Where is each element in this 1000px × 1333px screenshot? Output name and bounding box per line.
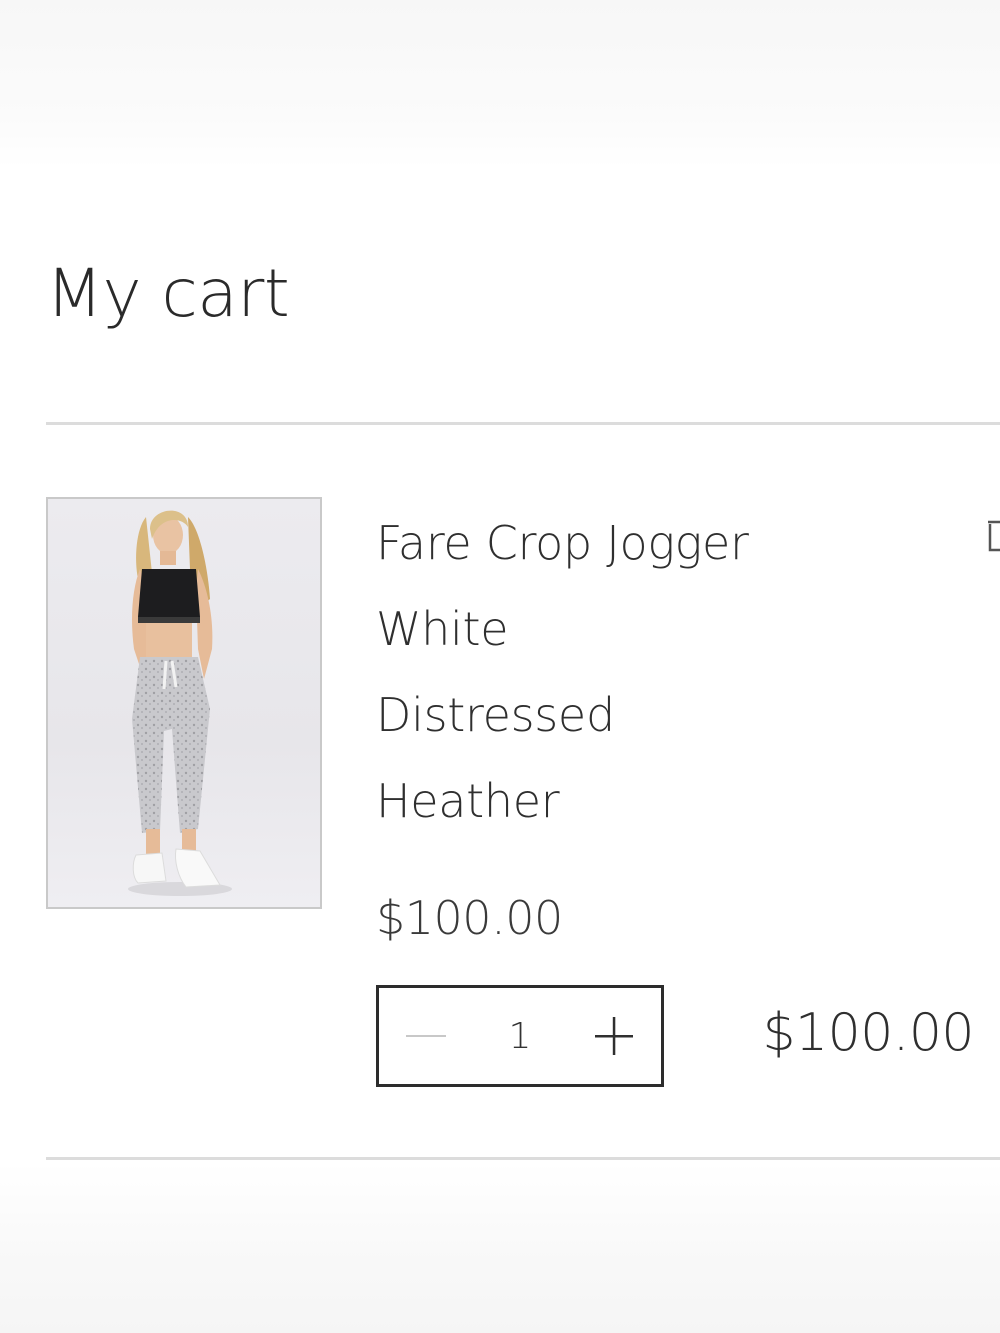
trash-icon[interactable] — [988, 514, 1000, 554]
footer-backdrop — [0, 1162, 1000, 1333]
increase-quantity-button[interactable] — [567, 988, 661, 1084]
product-image[interactable] — [46, 497, 322, 909]
page-title: My cart — [46, 255, 290, 332]
quantity-stepper[interactable]: 1 — [376, 985, 664, 1087]
line-total: $100.00 — [762, 1003, 974, 1063]
bottom-divider — [46, 1157, 1000, 1160]
product-photo-graphic — [128, 510, 232, 896]
quantity-input[interactable]: 1 — [509, 1016, 532, 1057]
decrease-quantity-button[interactable] — [379, 988, 473, 1084]
minus-icon — [406, 1035, 446, 1037]
plus-icon — [595, 1017, 633, 1055]
product-name[interactable]: Fare Crop Jogger White Distressed Heathe… — [376, 500, 756, 844]
unit-price: $100.00 — [376, 891, 563, 945]
header-backdrop — [0, 0, 1000, 168]
top-divider — [46, 422, 1000, 425]
